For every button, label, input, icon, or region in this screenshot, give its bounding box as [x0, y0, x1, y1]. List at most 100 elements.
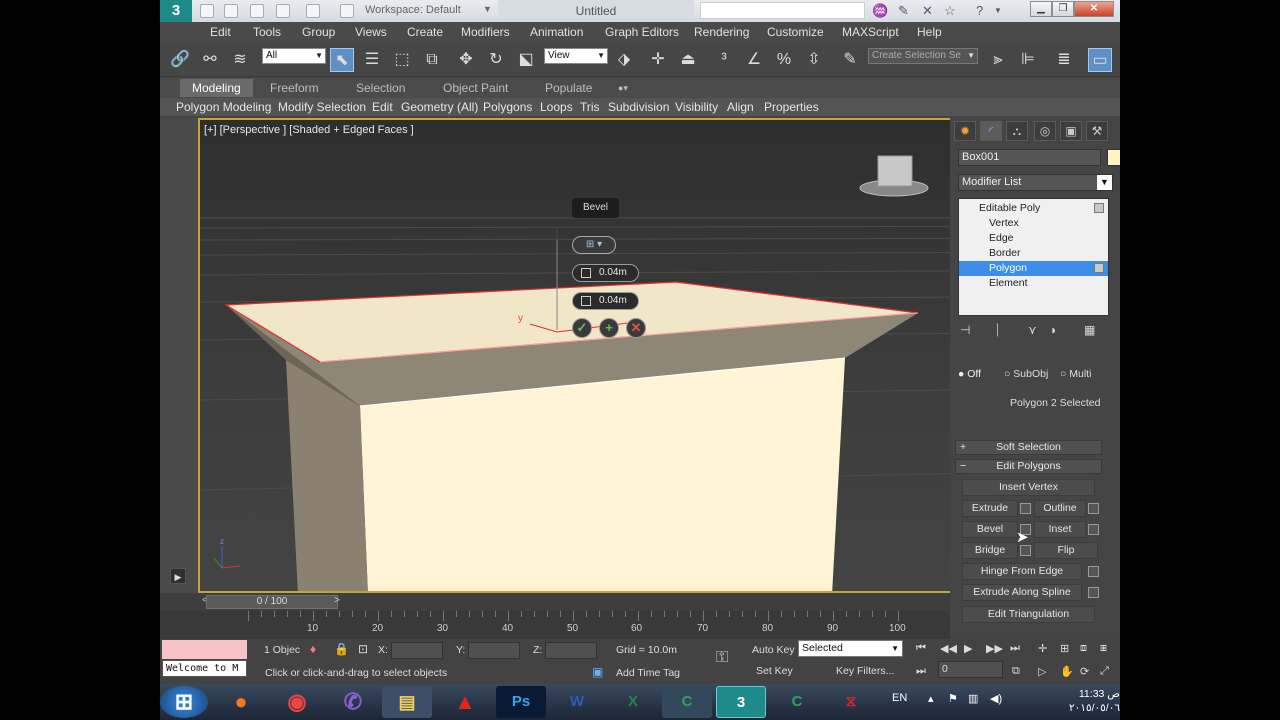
maxscript-output[interactable]: Welcome to M — [162, 660, 247, 677]
tab-freeform[interactable]: Freeform — [270, 81, 319, 95]
menu-rendering[interactable]: Rendering — [694, 25, 749, 39]
tray-arrow-icon[interactable]: ▴ — [928, 692, 934, 705]
panel-modify-selection[interactable]: Modify Selection — [278, 100, 366, 114]
move-icon[interactable]: ✥ — [454, 48, 478, 72]
firefox-icon[interactable]: ● — [216, 686, 266, 718]
current-frame-field[interactable]: 0 — [938, 661, 1003, 678]
link-icon[interactable]: 🔗 — [168, 48, 192, 72]
previous-frame-icon[interactable]: ◀◀ — [940, 642, 957, 655]
next-frame-icon[interactable]: > — [334, 595, 340, 606]
lightbulb-icon[interactable] — [1094, 263, 1104, 273]
bind-space-warp-icon[interactable]: ≋ — [228, 48, 252, 72]
menu-tools[interactable]: Tools — [253, 25, 281, 39]
hinge-settings-icon[interactable] — [1088, 566, 1099, 577]
hinge-from-edge-button[interactable]: Hinge From Edge — [962, 563, 1082, 580]
hierarchy-tab-icon[interactable]: ⛬ — [1006, 121, 1028, 141]
mirror-icon[interactable]: ⫸ — [986, 48, 1010, 72]
stack-item-border[interactable]: Border — [959, 246, 1108, 261]
tab-modeling[interactable]: Modeling — [180, 79, 253, 97]
word-icon[interactable]: W — [552, 686, 602, 718]
edit-triangulation-button[interactable]: Edit Triangulation — [962, 606, 1095, 623]
viewport-label[interactable]: [+] [Perspective ] [Shaded + Edged Faces… — [204, 124, 414, 136]
key-filters-button[interactable]: Key Filters... — [836, 665, 894, 677]
lightbulb-icon[interactable] — [1094, 203, 1104, 213]
menu-animation[interactable]: Animation — [530, 25, 583, 39]
photoshop-icon[interactable]: Ps — [496, 686, 546, 718]
tray-volume-icon[interactable]: ◀) — [990, 692, 1002, 705]
caddy-height-field[interactable]: 0.04m — [572, 264, 639, 282]
caddy-outline-field[interactable]: 0.04m — [572, 292, 639, 310]
object-name-field[interactable]: Box001 — [958, 149, 1101, 166]
display-tab-icon[interactable]: ▣ — [1060, 121, 1082, 141]
bridge-settings-icon[interactable] — [1020, 545, 1031, 556]
excel-icon[interactable]: X — [608, 686, 658, 718]
y-coordinate-field[interactable] — [468, 642, 520, 659]
zoom-all-icon[interactable]: ⊞ — [1060, 642, 1069, 655]
stack-item-editable-poly[interactable]: Editable Poly — [959, 201, 1108, 216]
panel-align[interactable]: Align — [727, 100, 754, 114]
rotate-icon[interactable]: ↻ — [484, 48, 508, 72]
selection-filter-dropdown[interactable]: All ▼ — [262, 48, 326, 64]
go-to-start-icon[interactable]: ⏮ — [916, 642, 926, 655]
align-icon[interactable]: ⊫ — [1016, 48, 1040, 72]
show-end-result-icon[interactable]: ⏐ — [994, 323, 1001, 338]
panel-loops[interactable]: Loops — [540, 100, 573, 114]
lock-icon[interactable]: 🔒 — [334, 642, 349, 656]
pan-icon[interactable]: ✋ — [1060, 665, 1074, 678]
select-by-name-icon[interactable]: ☰ — [360, 48, 384, 72]
z-coordinate-field[interactable] — [545, 642, 597, 659]
help-icon[interactable]: ? — [976, 3, 983, 18]
tray-clock[interactable]: 11:33 ص ٢٠١٥/٠٥/٠٦ — [1030, 687, 1120, 715]
tray-network-icon[interactable]: ▥ — [968, 692, 978, 705]
ribbon-options-icon[interactable]: ●▾ — [618, 83, 628, 94]
pin-stack-icon[interactable]: ⊣ — [960, 323, 970, 337]
undo-icon[interactable] — [276, 4, 290, 18]
command-panel-rollouts[interactable]: ● Off ○ SubObj ○ Multi Polygon 2 Selecte… — [950, 358, 1120, 630]
menu-help[interactable]: Help — [917, 25, 942, 39]
stack-item-edge[interactable]: Edge — [959, 231, 1108, 246]
next-frame-icon[interactable]: ▶▶ — [986, 642, 1003, 655]
close-button[interactable]: ✕ — [1074, 1, 1114, 17]
menu-maxscript[interactable]: MAXScript — [842, 25, 899, 39]
outline-button[interactable]: Outline — [1034, 500, 1086, 517]
orbit-icon[interactable]: ⟳ — [1080, 665, 1089, 678]
panel-edit[interactable]: Edit — [372, 100, 393, 114]
key-icon[interactable]: ⚿ — [716, 649, 728, 667]
chevron-down-icon[interactable]: ▼ — [483, 4, 492, 14]
go-to-end-icon[interactable]: ⏭ — [1010, 642, 1020, 655]
menu-modifiers[interactable]: Modifiers — [461, 25, 510, 39]
track-bar[interactable]: 10 20 30 40 50 60 70 80 90 100 — [160, 611, 950, 639]
binoculars-icon[interactable]: ♒ — [872, 3, 888, 19]
pivot-center-icon[interactable]: ⬗ — [612, 48, 636, 72]
menu-graph-editors[interactable]: Graph Editors — [605, 25, 679, 39]
layer-manager-icon[interactable]: ≣ — [1052, 48, 1076, 72]
remove-modifier-icon[interactable]: ◗ — [1050, 323, 1057, 337]
viewcube-icon[interactable] — [877, 155, 913, 187]
tab-object-paint[interactable]: Object Paint — [443, 81, 508, 95]
preview-off-radio[interactable]: ● Off — [958, 368, 981, 380]
selection-set-dropdown[interactable]: Selected ▼ — [798, 640, 903, 657]
motion-tab-icon[interactable]: ◎ — [1034, 121, 1056, 141]
configure-sets-icon[interactable]: ▦ — [1084, 323, 1095, 337]
unlink-icon[interactable]: ⚯ — [198, 48, 222, 72]
camtasia-recorder-icon[interactable]: C — [772, 686, 822, 718]
preview-multi-radio[interactable]: ○ Multi — [1060, 368, 1091, 380]
stack-item-element[interactable]: Element — [959, 276, 1108, 291]
pdf-reader-icon[interactable]: ⧖ — [826, 686, 876, 718]
menu-edit[interactable]: Edit — [210, 25, 231, 39]
3dsmax-taskbar-icon[interactable]: 3 — [716, 686, 766, 718]
redo-icon[interactable] — [306, 4, 320, 18]
save-file-icon[interactable] — [250, 4, 264, 18]
field-of-view-icon[interactable]: ▷ — [1038, 665, 1046, 678]
caddy-apply-icon[interactable]: + — [599, 318, 619, 338]
chevron-down-icon[interactable]: ▼ — [994, 6, 1002, 15]
create-tab-icon[interactable]: ✹ — [954, 121, 976, 141]
edit-polygons-rollout[interactable]: − Edit Polygons — [955, 459, 1102, 474]
time-slider[interactable]: < 0 / 100 > — [160, 593, 950, 611]
add-time-tag-button[interactable]: Add Time Tag — [616, 667, 680, 679]
flip-button[interactable]: Flip — [1034, 542, 1098, 559]
bevel-button[interactable]: Bevel — [962, 521, 1018, 538]
minimize-button[interactable]: ▁ — [1030, 1, 1052, 17]
make-unique-icon[interactable]: ⋎ — [1028, 323, 1037, 337]
inset-settings-icon[interactable] — [1088, 524, 1099, 535]
